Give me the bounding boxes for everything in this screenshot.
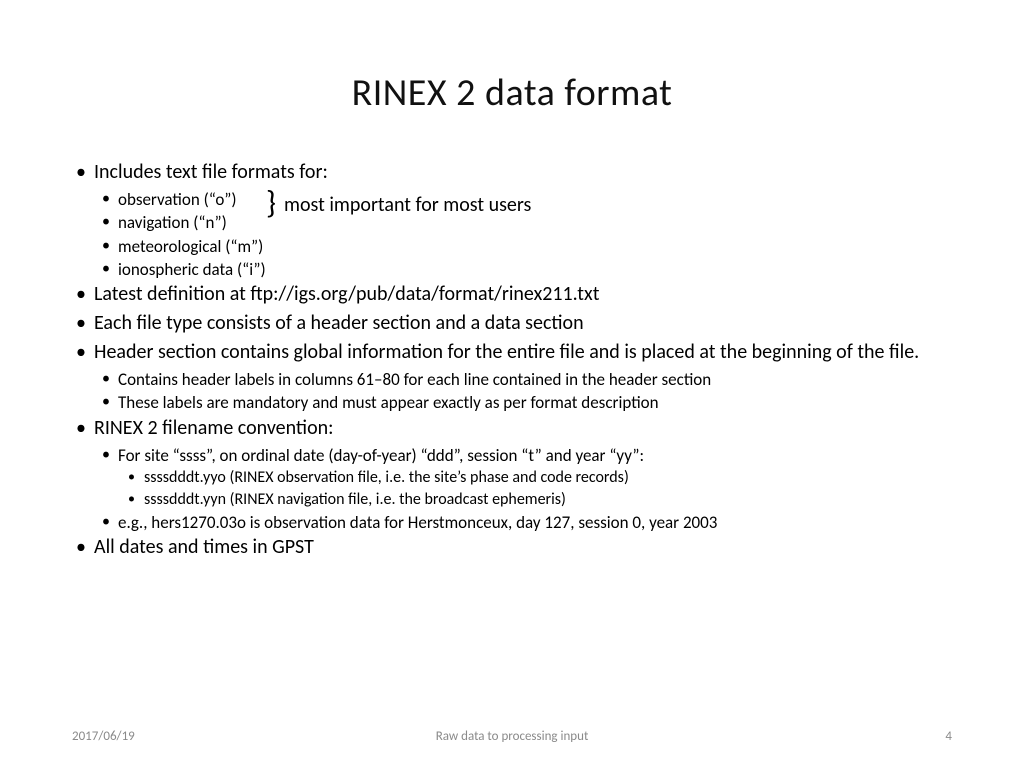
footer-date: 2017/06/19 [72,729,135,744]
sub-ionospheric: ionospheric data (“i”) [70,259,954,280]
bullet-includes: Includes text file formats for: [70,160,954,185]
footer-page-number: 4 [945,729,952,744]
slide-title: RINEX 2 data format [70,70,954,116]
bullet-filename-convention: RINEX 2 filename convention: [70,416,954,441]
bullet-latest-def: Latest definition at ftp://igs.org/pub/d… [70,282,954,307]
bullet-gpst: All dates and times in GPST [70,535,954,560]
sub-navigation: navigation (“n”) [70,212,954,233]
sub-meteorological: meteorological (“m”) [70,236,954,257]
slide: RINEX 2 data format Includes text file f… [0,0,1024,768]
sub-header-labels: Contains header labels in columns 61–80 … [70,369,954,390]
slide-body: Includes text file formats for: observat… [70,160,954,560]
sub-observation-text: observation (“o”) [118,189,237,210]
slide-footer: 2017/06/19 Raw data to processing input … [0,729,1024,744]
footer-title: Raw data to processing input [436,729,589,744]
sub-observation: observation (“o”) } most important for m… [70,189,954,210]
sub-for-site: For site “ssss”, on ordinal date (day-of… [70,445,954,466]
bullet-file-type: Each file type consists of a header sect… [70,311,954,336]
sub-example: e.g., hers1270.03o is observation data f… [70,512,954,533]
sub-yyn: ssssdddt.yyn (RINEX navigation file, i.e… [70,490,954,510]
bullet-header-section: Header section contains global informati… [70,340,954,365]
sub-yyo: ssssdddt.yyo (RINEX observation file, i.… [70,468,954,488]
sub-labels-mandatory: These labels are mandatory and must appe… [70,392,954,413]
